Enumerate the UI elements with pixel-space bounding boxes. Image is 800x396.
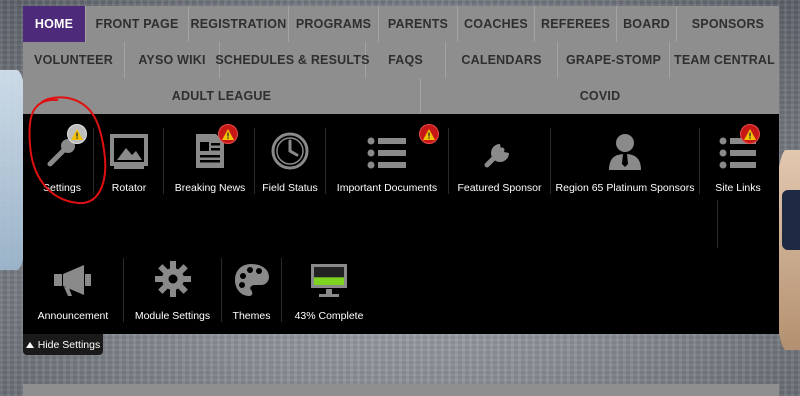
nav-item-team-central[interactable]: TEAM CENTRAL [670, 42, 779, 78]
monitor-progress-icon [311, 264, 347, 297]
nav-item-parents[interactable]: PARENTS [379, 6, 458, 42]
list-icon [367, 137, 406, 169]
nav-item-board[interactable]: BOARD [617, 6, 677, 42]
nav-item-grape-stomp[interactable]: GRAPE-STOMP [558, 42, 670, 78]
nav-item-calendars[interactable]: CALENDARS [446, 42, 558, 78]
nav-item-registration[interactable]: REGISTRATION [189, 6, 289, 42]
background-player-right [776, 150, 800, 350]
nav-item-coaches[interactable]: COACHES [458, 6, 535, 42]
module-region-sponsors-tile[interactable]: Region 65 Platinum Sponsors [551, 114, 699, 194]
module-label: Region 65 Platinum Sponsors [555, 182, 695, 194]
module-field-status-tile[interactable]: Field Status [255, 114, 325, 194]
module-progress-tile[interactable]: 43% Complete [282, 242, 376, 322]
hide-settings-label: Hide Settings [37, 338, 101, 351]
nav-item-covid[interactable]: COVID [421, 78, 779, 114]
module-rotator-tile[interactable]: Rotator [95, 114, 163, 194]
main-navigation: HOME FRONT PAGE REGISTRATION PROGRAMS PA… [23, 6, 779, 114]
warning-red-icon [218, 124, 238, 144]
warning-red-icon [419, 124, 439, 144]
nav-item-adult-league[interactable]: ADULT LEAGUE [23, 78, 421, 114]
module-label: Important Documents [336, 182, 438, 194]
module-breaking-news-tile[interactable]: Breaking News [165, 114, 255, 194]
nav-item-programs[interactable]: PROGRAMS [289, 6, 379, 42]
nav-item-schedules-results[interactable]: SCHEDULES & RESULTS [215, 42, 369, 78]
nav-row-3: ADULT LEAGUE COVID [23, 78, 779, 114]
nav-row-1: HOME FRONT PAGE REGISTRATION PROGRAMS PA… [23, 6, 779, 42]
clock-icon [271, 132, 309, 170]
settings-panel: Settings Rotator Breaking News Field Sta… [23, 114, 779, 334]
module-label: Module Settings [134, 310, 211, 322]
module-announcement-tile[interactable]: Announcement [23, 242, 123, 322]
module-label: Site Links [715, 182, 761, 194]
warning-grey-icon [67, 124, 87, 144]
module-label: Rotator [111, 182, 147, 194]
person-icon [609, 134, 641, 170]
gear-icon [154, 261, 191, 297]
module-featured-sponsor-tile[interactable]: Featured Sponsor [449, 114, 550, 194]
nav-item-front-page[interactable]: FRONT PAGE [86, 6, 189, 42]
megaphone-icon [54, 265, 91, 296]
module-label: Field Status [262, 182, 318, 194]
nav-item-volunteer[interactable]: VOLUNTEER [23, 42, 125, 78]
module-site-links-tile[interactable]: Site Links [700, 114, 776, 194]
module-label: Featured Sponsor [457, 182, 542, 194]
content-area-top [23, 384, 779, 396]
module-label: Announcement [37, 310, 109, 322]
module-settings-tile[interactable]: Settings [23, 114, 101, 194]
module-label: 43% Complete [294, 310, 364, 322]
module-label: Themes [232, 310, 271, 322]
nav-row-2: VOLUNTEER AYSO WIKI SCHEDULES & RESULTS … [23, 42, 779, 78]
palette-icon [234, 264, 269, 296]
nav-item-faqs[interactable]: FAQS [366, 42, 446, 78]
wrench-icon [484, 144, 509, 168]
nav-item-referees[interactable]: REFEREES [535, 6, 617, 42]
module-module-settings-tile[interactable]: Module Settings [124, 242, 221, 322]
module-themes-tile[interactable]: Themes [222, 242, 281, 322]
nav-item-sponsors[interactable]: SPONSORS [677, 6, 779, 42]
module-label: Settings [43, 182, 81, 194]
caret-up-icon [25, 341, 34, 348]
warning-red-icon [740, 124, 760, 144]
hide-settings-button[interactable]: Hide Settings [23, 334, 103, 355]
module-important-documents-tile[interactable]: Important Documents [326, 114, 448, 194]
image-rotator-icon [110, 134, 148, 169]
nav-item-home[interactable]: HOME [23, 6, 86, 42]
module-label: Breaking News [174, 182, 246, 194]
nav-item-ayso-wiki[interactable]: AYSO WIKI [125, 42, 220, 78]
